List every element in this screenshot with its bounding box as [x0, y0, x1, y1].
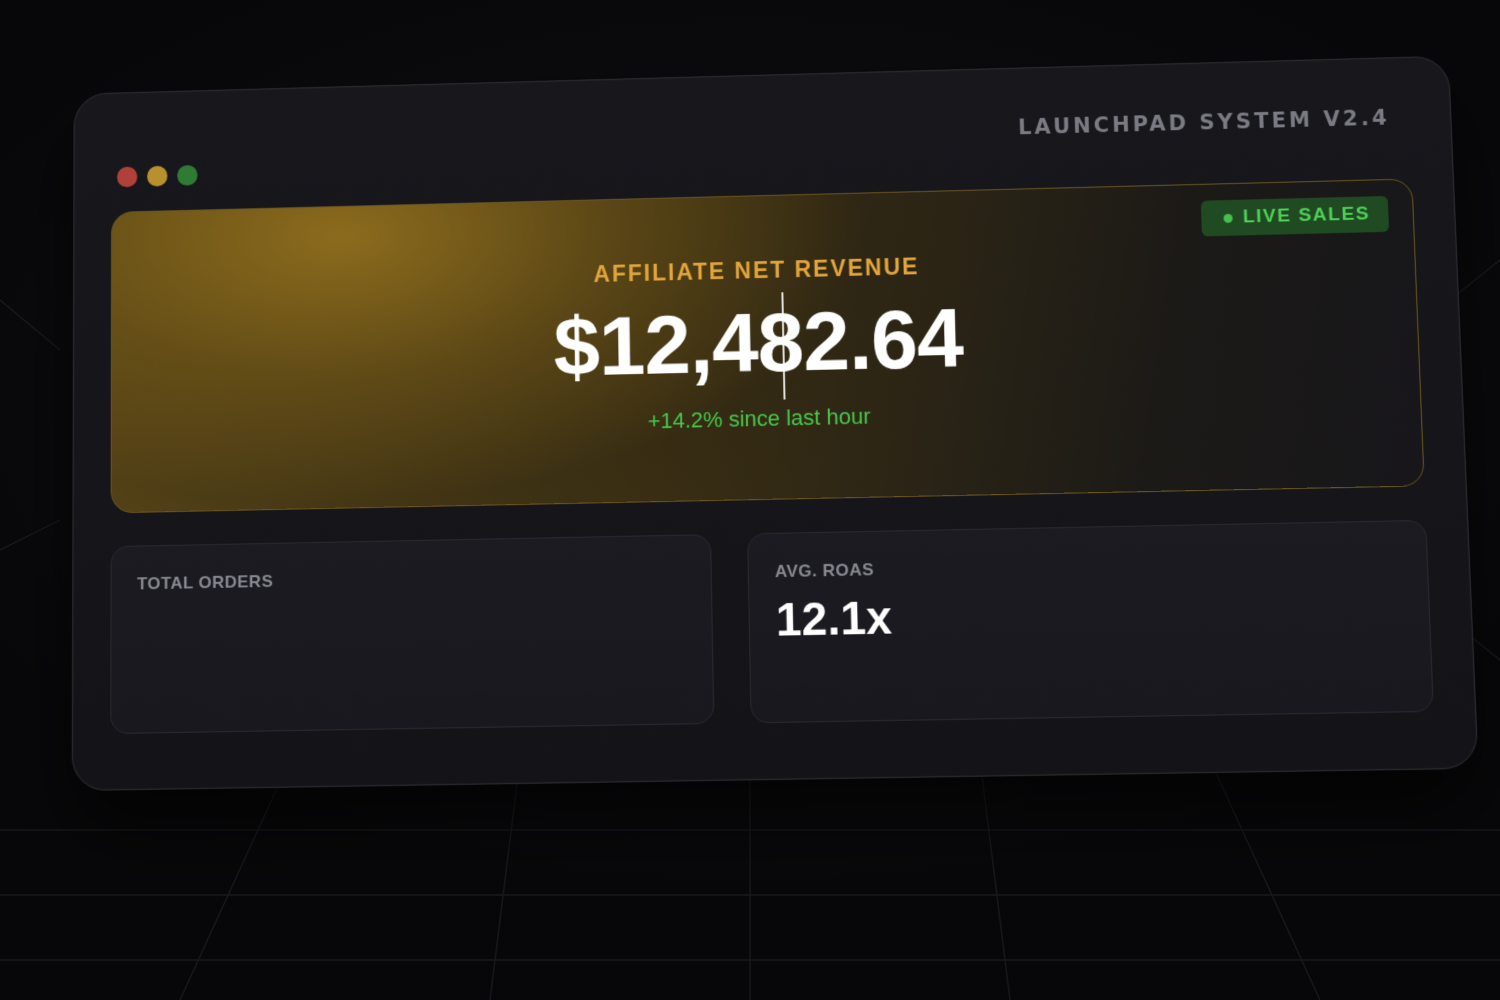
window-controls	[116, 164, 198, 188]
total-orders-label: TOTAL ORDERS	[137, 571, 274, 594]
total-orders-card: TOTAL ORDERS	[110, 534, 715, 735]
dashboard-window: LAUNCHPAD SYSTEM V2.4 LIVE SALES AFFILIA…	[71, 55, 1479, 792]
scene-background: LAUNCHPAD SYSTEM V2.4 LIVE SALES AFFILIA…	[0, 0, 1500, 1000]
live-sales-label: LIVE SALES	[1242, 203, 1371, 228]
live-status-dot-icon	[1223, 213, 1233, 223]
maximize-window-button[interactable]	[177, 164, 198, 186]
minimize-window-button[interactable]	[147, 165, 168, 187]
avg-roas-label: AVG. ROAS	[774, 560, 875, 582]
avg-roas-card: AVG. ROAS 12.1x	[747, 519, 1434, 724]
avg-roas-value: 12.1x	[775, 591, 893, 646]
revenue-card: LIVE SALES AFFILIATE NET REVENUE $12,482…	[110, 178, 1425, 514]
system-title: LAUNCHPAD SYSTEM V2.4	[1017, 105, 1391, 140]
live-sales-badge: LIVE SALES	[1200, 195, 1390, 237]
revenue-value: $12,482.64	[553, 290, 964, 394]
close-window-button[interactable]	[116, 166, 138, 188]
